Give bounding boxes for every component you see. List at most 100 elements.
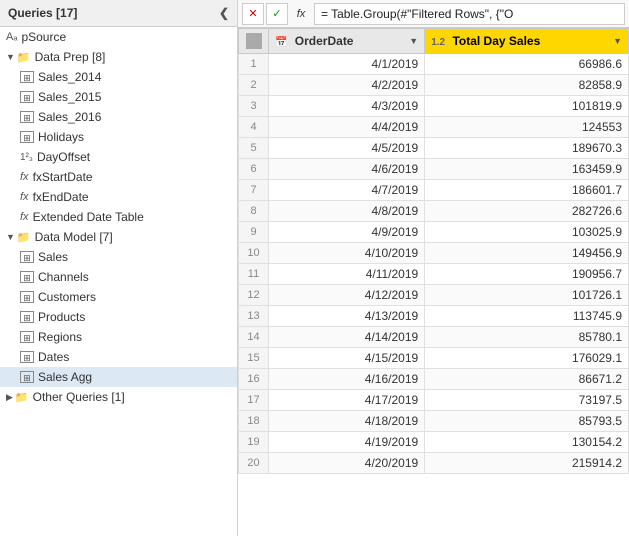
table-row[interactable]: 104/10/2019149456.9 bbox=[239, 243, 629, 264]
tree-item-holidays[interactable]: ⊞Holidays bbox=[0, 127, 237, 147]
table-icon-salesAgg: ⊞ bbox=[20, 371, 34, 383]
tree-item-sales[interactable]: ⊞Sales bbox=[0, 247, 237, 267]
tree-item-sales2016[interactable]: ⊞Sales_2016 bbox=[0, 107, 237, 127]
tree-item-dataModel[interactable]: ▼ 📁Data Model [7] bbox=[0, 227, 237, 247]
table-row[interactable]: 64/6/2019163459.9 bbox=[239, 159, 629, 180]
tree-item-customers[interactable]: ⊞Customers bbox=[0, 287, 237, 307]
tree-item-dataPrep[interactable]: ▼ 📁Data Prep [8] bbox=[0, 47, 237, 67]
orderdate-cell: 4/18/2019 bbox=[269, 411, 425, 432]
totaldaysales-label: Total Day Sales bbox=[452, 34, 540, 48]
tree-item-pSource[interactable]: AₐpSource bbox=[0, 27, 237, 47]
totaldaysales-cell: 130154.2 bbox=[425, 432, 629, 453]
totaldaysales-cell: 186601.7 bbox=[425, 180, 629, 201]
tree-label-regions: Regions bbox=[38, 330, 82, 344]
orderdate-filter-icon[interactable]: ▼ bbox=[409, 36, 418, 46]
table-icon-sales2015: ⊞ bbox=[20, 91, 34, 103]
panel-header: Queries [17] ❮ bbox=[0, 0, 237, 27]
table-row[interactable]: 114/11/2019190956.7 bbox=[239, 264, 629, 285]
table-icon-channels: ⊞ bbox=[20, 271, 34, 283]
tree-item-fxStartDate[interactable]: fxfxStartDate bbox=[0, 167, 237, 187]
table-icon-regions: ⊞ bbox=[20, 331, 34, 343]
orderdate-column-header[interactable]: 📅 OrderDate ▼ bbox=[269, 29, 425, 54]
table-row[interactable]: 154/15/2019176029.1 bbox=[239, 348, 629, 369]
orderdate-cell: 4/12/2019 bbox=[269, 285, 425, 306]
num-icon-dayOffset: 1²₃ bbox=[20, 152, 33, 163]
tree-label-fxEndDate: fxEndDate bbox=[33, 190, 89, 204]
totaldaysales-cell: 85780.1 bbox=[425, 327, 629, 348]
tree-item-sales2015[interactable]: ⊞Sales_2015 bbox=[0, 87, 237, 107]
tree-item-products[interactable]: ⊞Products bbox=[0, 307, 237, 327]
table-row[interactable]: 44/4/2019124553 bbox=[239, 117, 629, 138]
orderdate-cell: 4/19/2019 bbox=[269, 432, 425, 453]
table-row[interactable]: 124/12/2019101726.1 bbox=[239, 285, 629, 306]
tree-label-products: Products bbox=[38, 310, 85, 324]
table-row[interactable]: 54/5/2019189670.3 bbox=[239, 138, 629, 159]
totaldaysales-type-icon: 1.2 bbox=[431, 37, 445, 48]
row-number-cell: 5 bbox=[239, 138, 269, 159]
table-row[interactable]: 174/17/201973197.5 bbox=[239, 390, 629, 411]
totaldaysales-cell: 86671.2 bbox=[425, 369, 629, 390]
confirm-formula-button[interactable]: ✓ bbox=[266, 3, 288, 25]
cancel-formula-button[interactable]: ✕ bbox=[242, 3, 264, 25]
tree-item-otherQueries[interactable]: ▶ 📁Other Queries [1] bbox=[0, 387, 237, 407]
table-row[interactable]: 184/18/201985793.5 bbox=[239, 411, 629, 432]
row-number-cell: 2 bbox=[239, 75, 269, 96]
data-table-container[interactable]: 📅 OrderDate ▼ 1.2 Total Day Sales bbox=[238, 28, 629, 536]
orderdate-cell: 4/9/2019 bbox=[269, 222, 425, 243]
tree-item-salesAgg[interactable]: ⊞Sales Agg bbox=[0, 367, 237, 387]
queries-tree: AₐpSource▼ 📁Data Prep [8]⊞Sales_2014⊞Sal… bbox=[0, 27, 237, 536]
totaldaysales-cell: 282726.6 bbox=[425, 201, 629, 222]
table-row[interactable]: 144/14/201985780.1 bbox=[239, 327, 629, 348]
table-row[interactable]: 94/9/2019103025.9 bbox=[239, 222, 629, 243]
folder-arrow-otherQueries[interactable]: ▶ bbox=[6, 392, 13, 403]
fx-icon-fxStartDate: fx bbox=[20, 171, 29, 183]
table-row[interactable]: 74/7/2019186601.7 bbox=[239, 180, 629, 201]
orderdate-cell: 4/16/2019 bbox=[269, 369, 425, 390]
folder-icon-dataModel: 📁 bbox=[17, 231, 31, 244]
orderdate-cell: 4/8/2019 bbox=[269, 201, 425, 222]
table-icon-holidays: ⊞ bbox=[20, 131, 34, 143]
table-row[interactable]: 84/8/2019282726.6 bbox=[239, 201, 629, 222]
tree-item-regions[interactable]: ⊞ Regions bbox=[0, 327, 237, 347]
orderdate-cell: 4/2/2019 bbox=[269, 75, 425, 96]
tree-label-customers: Customers bbox=[38, 290, 96, 304]
tree-item-channels[interactable]: ⊞Channels bbox=[0, 267, 237, 287]
fx-icon-extDateTable: fx bbox=[20, 211, 29, 223]
folder-arrow-dataPrep[interactable]: ▼ bbox=[6, 52, 15, 62]
table-row[interactable]: 164/16/201986671.2 bbox=[239, 369, 629, 390]
totaldaysales-cell: 124553 bbox=[425, 117, 629, 138]
tree-item-fxEndDate[interactable]: fxfxEndDate bbox=[0, 187, 237, 207]
row-number-cell: 17 bbox=[239, 390, 269, 411]
orderdate-label: OrderDate bbox=[295, 34, 354, 48]
totaldaysales-cell: 101819.9 bbox=[425, 96, 629, 117]
totaldaysales-cell: 66986.6 bbox=[425, 54, 629, 75]
table-row[interactable]: 194/19/2019130154.2 bbox=[239, 432, 629, 453]
row-number-cell: 1 bbox=[239, 54, 269, 75]
tree-item-extDateTable[interactable]: fx Extended Date Table bbox=[0, 207, 237, 227]
tree-item-dates[interactable]: ⊞Dates bbox=[0, 347, 237, 367]
totaldaysales-filter-icon[interactable]: ▼ bbox=[613, 36, 622, 46]
tree-item-sales2014[interactable]: ⊞Sales_2014 bbox=[0, 67, 237, 87]
totaldaysales-column-header[interactable]: 1.2 Total Day Sales ▼ bbox=[425, 29, 629, 54]
table-row[interactable]: 34/3/2019101819.9 bbox=[239, 96, 629, 117]
folder-arrow-dataModel[interactable]: ▼ bbox=[6, 232, 15, 242]
totaldaysales-cell: 82858.9 bbox=[425, 75, 629, 96]
table-row[interactable]: 24/2/201982858.9 bbox=[239, 75, 629, 96]
formula-input[interactable] bbox=[314, 3, 625, 25]
table-row[interactable]: 204/20/2019215914.2 bbox=[239, 453, 629, 474]
row-number-cell: 11 bbox=[239, 264, 269, 285]
row-number-cell: 13 bbox=[239, 306, 269, 327]
orderdate-cell: 4/13/2019 bbox=[269, 306, 425, 327]
row-number-cell: 4 bbox=[239, 117, 269, 138]
collapse-panel-icon[interactable]: ❮ bbox=[219, 6, 229, 20]
row-number-cell: 7 bbox=[239, 180, 269, 201]
row-number-cell: 20 bbox=[239, 453, 269, 474]
orderdate-cell: 4/3/2019 bbox=[269, 96, 425, 117]
tree-item-dayOffset[interactable]: 1²₃DayOffset bbox=[0, 147, 237, 167]
tree-label-extDateTable: Extended Date Table bbox=[33, 210, 144, 224]
table-row[interactable]: 14/1/201966986.6 bbox=[239, 54, 629, 75]
row-num-header bbox=[239, 29, 269, 54]
table-row[interactable]: 134/13/2019113745.9 bbox=[239, 306, 629, 327]
row-number-cell: 6 bbox=[239, 159, 269, 180]
totaldaysales-cell: 101726.1 bbox=[425, 285, 629, 306]
